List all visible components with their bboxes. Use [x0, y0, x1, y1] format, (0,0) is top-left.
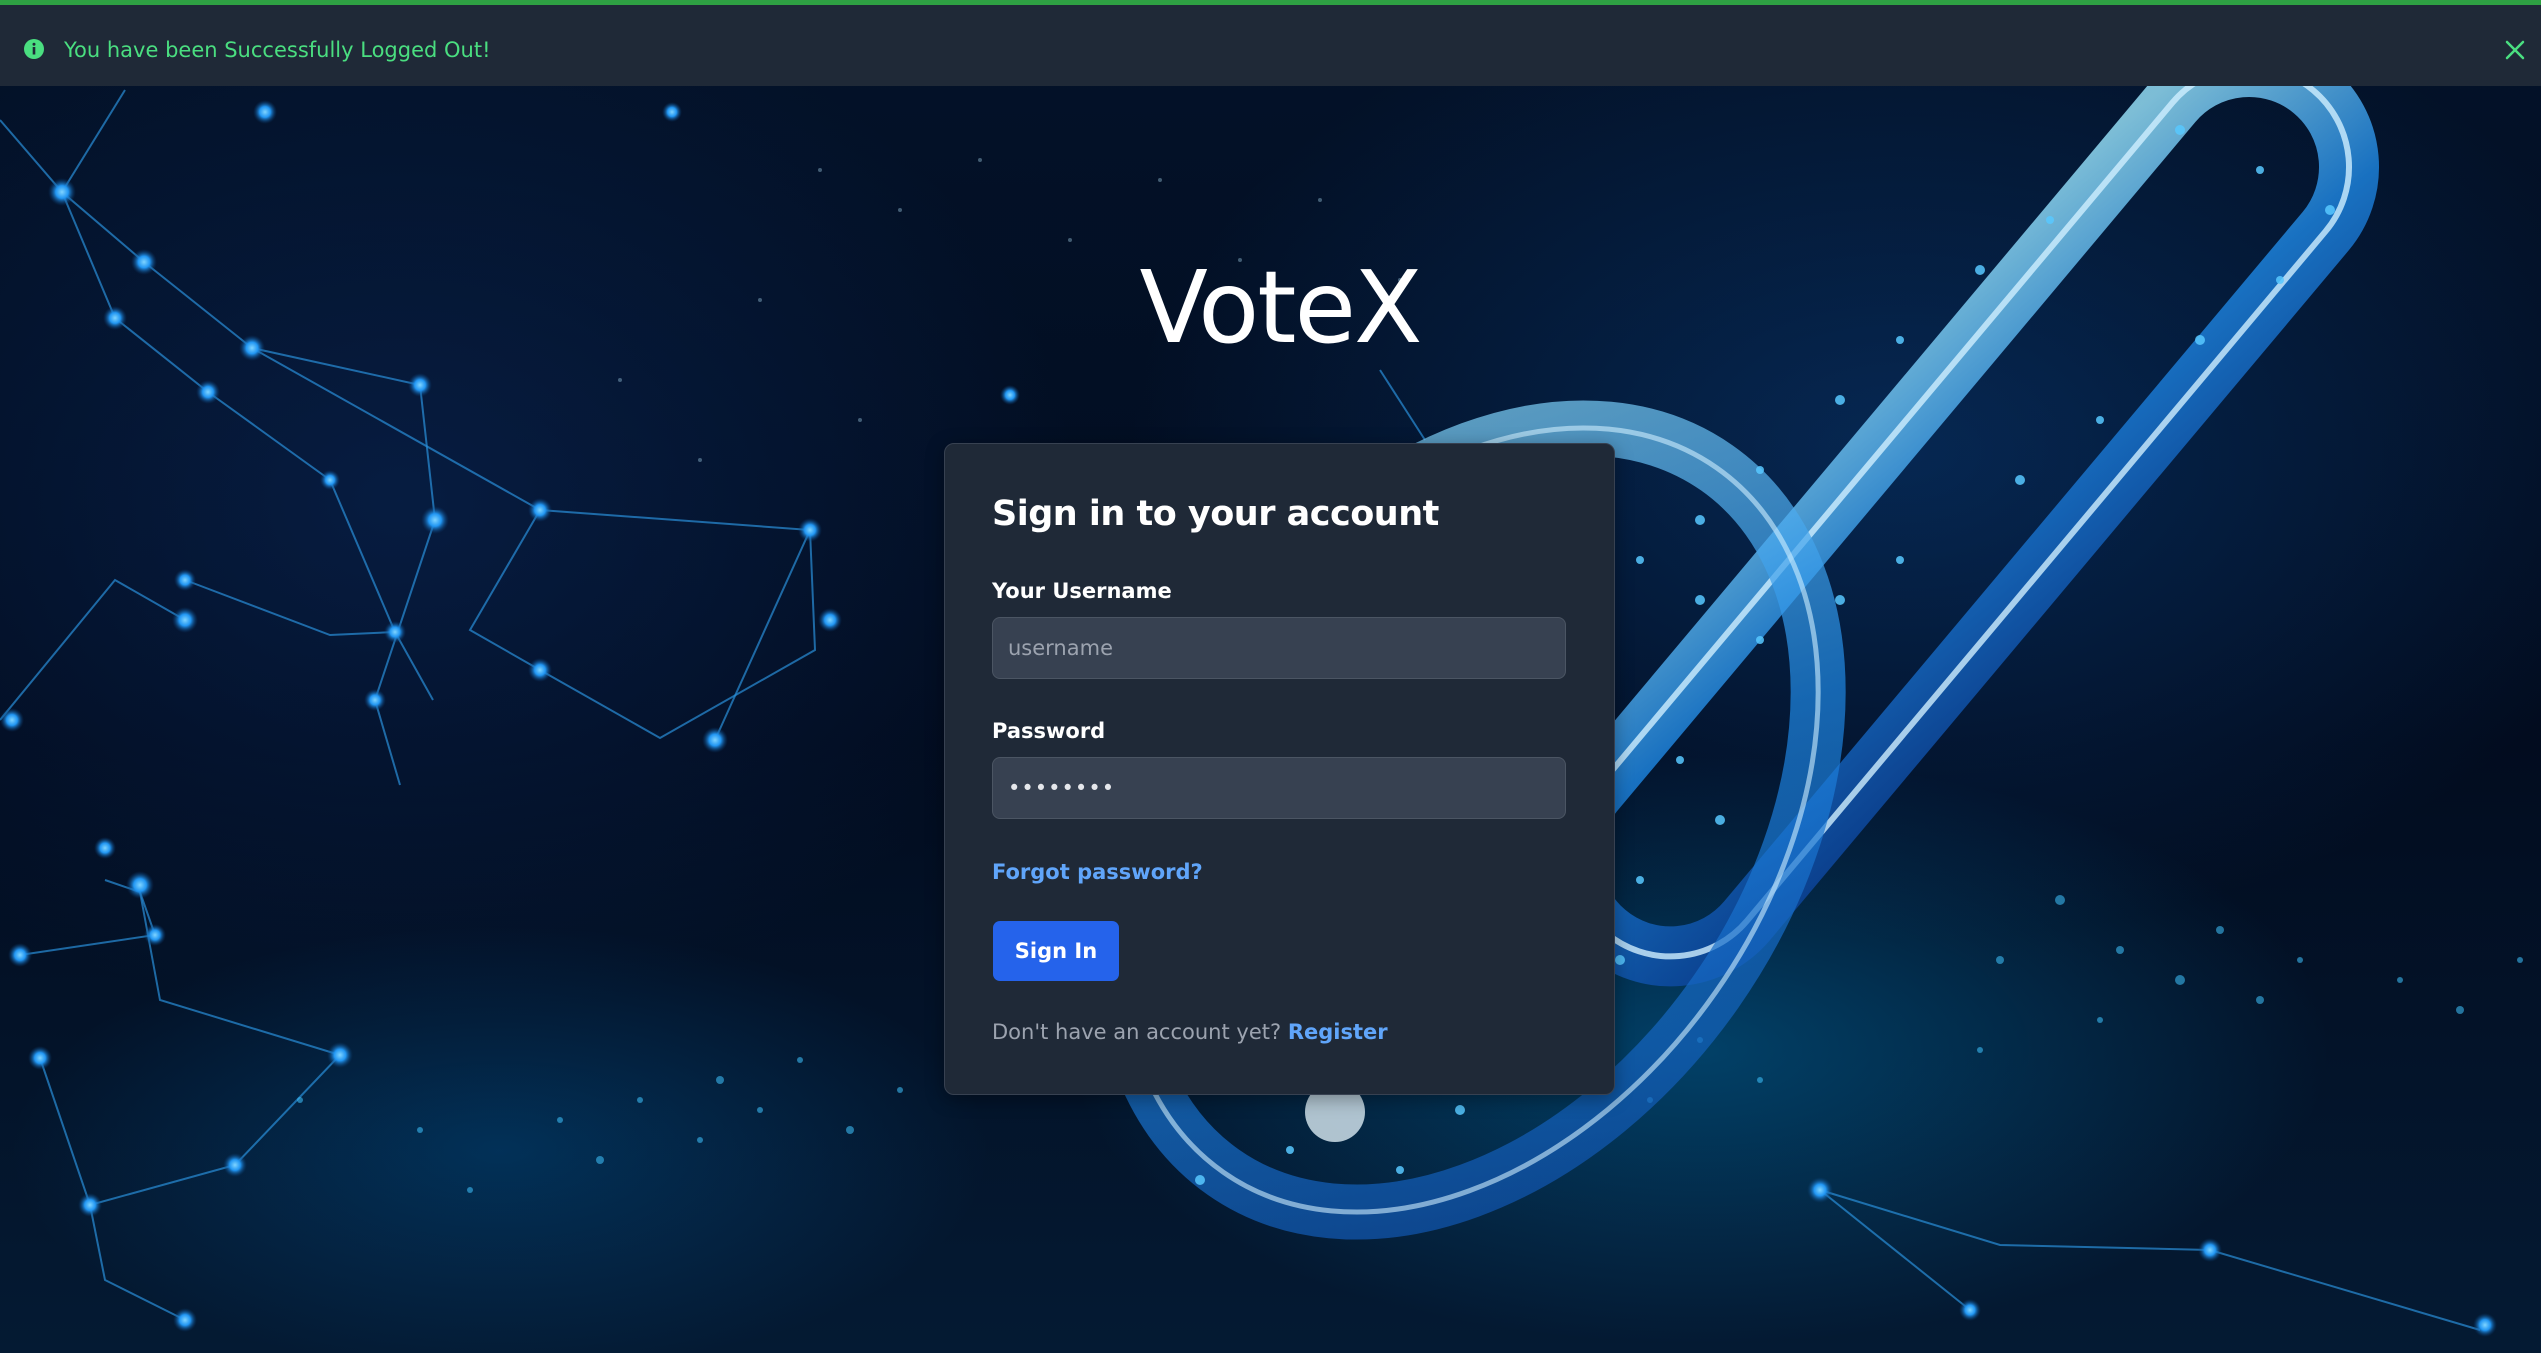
alert-message: You have been Successfully Logged Out!	[64, 38, 491, 62]
password-input[interactable]	[992, 757, 1566, 819]
app-brand-title: VoteX	[1139, 249, 1422, 366]
username-input[interactable]	[992, 617, 1566, 679]
login-heading: Sign in to your account	[992, 494, 1439, 534]
logout-success-alert: You have been Successfully Logged Out!	[0, 0, 2541, 86]
register-prompt-text: Don't have an account yet?	[992, 1020, 1282, 1044]
info-circle-icon	[23, 38, 45, 60]
register-link[interactable]: Register	[1288, 1020, 1388, 1044]
forgot-password-link[interactable]: Forgot password?	[992, 859, 1203, 885]
close-icon[interactable]	[2504, 39, 2526, 61]
login-card: Sign in to your account Your Username Pa…	[944, 443, 1615, 1095]
password-label: Password	[992, 719, 1106, 743]
username-label: Your Username	[992, 579, 1172, 603]
register-prompt-line: Don't have an account yet? Register	[992, 1019, 1388, 1045]
sign-in-button[interactable]: Sign In	[993, 921, 1119, 981]
